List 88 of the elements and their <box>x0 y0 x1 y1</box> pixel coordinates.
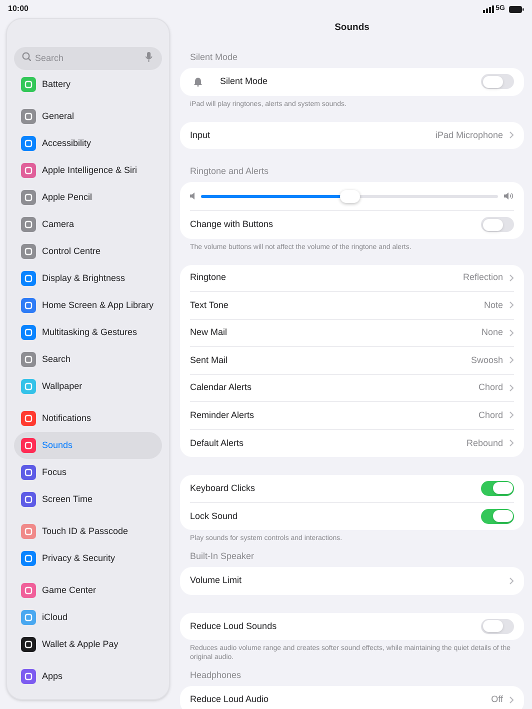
sidebar-item[interactable]: Search <box>14 346 162 373</box>
section-header: Silent Mode <box>190 50 238 64</box>
battery-icon <box>509 6 524 12</box>
chevron-icon <box>509 411 514 420</box>
search-icon <box>22 52 31 61</box>
app-icon <box>21 379 36 394</box>
settings-row[interactable]: Calendar Alerts Chord <box>190 374 514 402</box>
app-icon <box>21 551 36 566</box>
chevron-icon <box>509 356 514 364</box>
toggle-switch[interactable] <box>481 508 514 524</box>
page-title: Sounds <box>334 22 370 34</box>
sidebar-item[interactable]: Wallpaper <box>14 373 162 400</box>
settings-row[interactable]: Default Alerts Rebound <box>190 430 514 457</box>
row-label: Silent Mode <box>220 75 269 88</box>
chevron-icon <box>509 274 514 282</box>
app-icon <box>21 325 36 340</box>
sidebar-item[interactable]: Touch ID & Passcode <box>14 518 162 545</box>
app-icon <box>21 637 36 652</box>
row-label: Lock Sound <box>190 510 239 522</box>
settings-row[interactable]: Reminder Alerts Chord <box>190 402 514 430</box>
app-icon <box>21 77 36 92</box>
app-icon <box>21 352 36 367</box>
chevron-icon <box>509 576 514 585</box>
toggle-switch[interactable] <box>481 618 514 634</box>
chevron-icon <box>509 301 514 310</box>
sidebar-item[interactable]: Screen Time <box>14 486 162 513</box>
settings-row[interactable]: Volume Limit <box>190 567 514 594</box>
sidebar-item[interactable]: Control Centre <box>14 238 162 265</box>
settings-row[interactable]: New Mail None <box>190 320 514 347</box>
app-icon <box>21 271 36 286</box>
toggle-switch[interactable] <box>481 480 514 496</box>
chevron-icon <box>509 439 514 448</box>
chevron-icon <box>509 328 514 337</box>
sidebar-item[interactable]: Apple Pencil <box>14 184 162 211</box>
toggle-switch[interactable] <box>481 74 514 90</box>
app-icon <box>21 411 36 426</box>
app-icon <box>21 524 36 539</box>
sidebar-item[interactable]: Notifications <box>14 405 162 432</box>
settings-row[interactable]: Text Tone Note <box>190 292 514 320</box>
toggle-switch[interactable] <box>481 217 514 232</box>
slider-thumb[interactable] <box>340 190 360 202</box>
settings-row[interactable]: Ringtone Reflection <box>190 264 514 292</box>
app-icon <box>21 492 36 507</box>
sidebar-item[interactable]: Home Screen & App Library <box>14 292 162 319</box>
section-header: Headphones <box>190 668 242 682</box>
app-icon <box>21 669 36 684</box>
app-icon <box>21 136 36 151</box>
app-icon <box>21 298 36 313</box>
sidebar-item[interactable]: iCloud <box>14 604 162 631</box>
sidebar-item[interactable]: Battery <box>14 71 162 98</box>
sidebar-item[interactable]: General <box>14 103 162 130</box>
sidebar-item[interactable]: Camera <box>14 211 162 238</box>
app-icon <box>21 583 36 598</box>
sidebar-item[interactable]: Display & Brightness <box>14 265 162 292</box>
sidebar-item[interactable]: Accessibility <box>14 130 162 157</box>
sidebar-item[interactable]: Multitasking & Gestures <box>14 319 162 346</box>
app-icon <box>21 244 36 259</box>
app-icon <box>21 465 36 480</box>
chevron-icon <box>509 384 514 392</box>
settings-row[interactable]: Input iPad Microphone <box>190 122 514 149</box>
sidebar-item[interactable]: Focus <box>14 459 162 486</box>
chevron-icon <box>509 131 514 140</box>
search-field[interactable]: Search <box>14 46 162 70</box>
app-icon <box>21 163 36 178</box>
sidebar-item[interactable]: Game Center <box>14 577 162 604</box>
app-icon <box>21 109 36 124</box>
settings-row[interactable]: Sent Mail Swoosh <box>190 347 514 374</box>
sidebar-item[interactable]: Wallet & Apple Pay <box>14 631 162 658</box>
chevron-icon <box>509 696 514 704</box>
sidebar-item[interactable]: Apps <box>14 663 162 690</box>
app-icon <box>21 190 36 205</box>
row-label: Reduce Loud Sounds <box>190 620 278 632</box>
status-time: 10:00 <box>8 3 28 15</box>
sidebar-item[interactable]: Apple Intelligence & Siri <box>14 157 162 184</box>
app-icon <box>21 217 36 232</box>
signal-icon <box>482 5 494 13</box>
volume-high-icon <box>504 192 514 200</box>
microphone-icon <box>145 52 153 62</box>
app-icon <box>21 438 36 453</box>
settings-row[interactable]: Reduce Loud Audio Off <box>190 686 514 709</box>
bell-icon <box>194 76 202 87</box>
app-icon <box>21 610 36 625</box>
section-header: Built-In Speaker <box>190 550 254 563</box>
section-header: Ringtone and Alerts <box>190 164 269 178</box>
volume-low-icon <box>190 192 195 200</box>
row-label: Change with Buttons <box>190 218 274 231</box>
sidebar-item[interactable]: Privacy & Security <box>14 545 162 572</box>
row-label: Keyboard Clicks <box>190 482 256 495</box>
